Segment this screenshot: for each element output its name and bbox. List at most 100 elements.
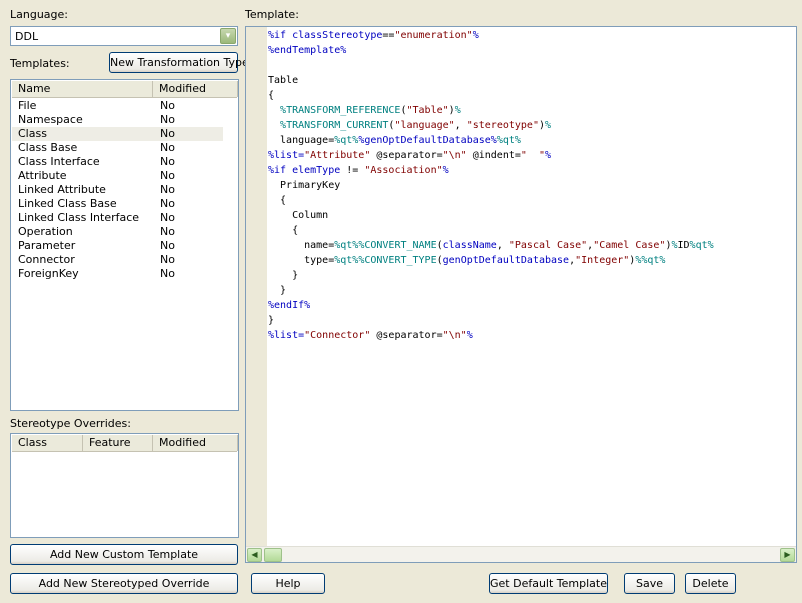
template-name: Operation — [18, 225, 73, 238]
scroll-left-icon[interactable]: ◀ — [247, 548, 262, 562]
code-token: %endTemplate% — [268, 45, 347, 56]
column-header-modified[interactable]: Modified — [153, 81, 238, 97]
column-header-class[interactable]: Class — [12, 435, 83, 451]
template-modified: No — [160, 141, 175, 154]
code-token: " " — [520, 150, 545, 161]
template-modified: No — [160, 225, 175, 238]
template-name: Attribute — [18, 169, 67, 182]
code-token: %list= — [268, 330, 305, 341]
template-name: Linked Attribute — [18, 183, 106, 196]
code-token: %qt% — [334, 135, 359, 146]
template-name: Class — [18, 127, 47, 140]
code-token: } — [268, 315, 275, 326]
code-token: } — [268, 270, 299, 281]
template-name: Class Base — [18, 141, 78, 154]
code-token: type= — [268, 255, 335, 266]
editor-gutter — [246, 27, 267, 546]
list-item[interactable]: File No — [12, 99, 237, 113]
template-label: Template: — [245, 8, 299, 21]
code-line: name=%qt%%CONVERT_NAME(className, "Pasca… — [268, 238, 796, 253]
code-token: % — [544, 150, 552, 161]
list-item[interactable]: Attribute No — [12, 169, 237, 183]
code-token: "Connector" — [304, 330, 371, 341]
new-transformation-type-button[interactable]: New Transformation Type — [109, 52, 249, 73]
column-header-modified[interactable]: Modified — [153, 435, 238, 451]
code-token: PrimaryKey — [268, 180, 341, 191]
list-item[interactable]: Class Base No — [12, 141, 237, 155]
list-item[interactable]: Class Interface No — [12, 155, 237, 169]
code-line: %if classStereotype=="enumeration"% — [268, 28, 796, 43]
template-name: Namespace — [18, 113, 83, 126]
template-name: ForeignKey — [18, 267, 79, 280]
code-token: Column — [268, 210, 329, 221]
code-line: Table — [268, 73, 796, 88]
code-token: genOptDefaultDatabase — [442, 255, 570, 266]
code-token: %qt% — [689, 240, 714, 251]
code-token: "enumeration" — [394, 30, 473, 41]
get-default-template-button[interactable]: Get Default Template — [489, 573, 608, 594]
column-header-name[interactable]: Name — [12, 81, 153, 97]
horizontal-scrollbar[interactable]: ◀ ▶ — [246, 546, 796, 562]
code-token: { — [268, 90, 275, 101]
template-editor[interactable]: %if classStereotype=="enumeration"% %endT… — [245, 26, 797, 563]
code-token: "\n" — [442, 150, 467, 161]
template-code[interactable]: %if classStereotype=="enumeration"% %endT… — [268, 28, 796, 343]
language-dropdown[interactable]: DDL ▾ — [10, 26, 238, 46]
code-line: { — [268, 88, 796, 103]
list-item[interactable]: Linked Attribute No — [12, 183, 237, 197]
template-modified: No — [160, 127, 175, 140]
code-token: "Camel Case" — [593, 240, 666, 251]
code-token: { — [268, 195, 287, 206]
list-item[interactable]: Class No — [12, 127, 223, 141]
list-item[interactable]: Linked Class Base No — [12, 197, 237, 211]
list-item[interactable]: Connector No — [12, 253, 237, 267]
template-modified: No — [160, 197, 175, 210]
code-token: %if classStereotype — [268, 30, 383, 41]
template-modified: No — [160, 169, 175, 182]
code-token: "stereotype" — [466, 120, 539, 131]
list-item[interactable]: Parameter No — [12, 239, 237, 253]
template-name: Connector — [18, 253, 75, 266]
template-name: Linked Class Base — [18, 197, 117, 210]
help-button[interactable]: Help — [251, 573, 325, 594]
code-token: % — [545, 120, 552, 131]
delete-button[interactable]: Delete — [685, 573, 736, 594]
code-token: %qt% — [334, 255, 359, 266]
code-token: %TRANSFORM_REFERENCE — [280, 105, 401, 116]
templates-list-header: Name Modified — [12, 81, 238, 98]
scroll-right-icon[interactable]: ▶ — [780, 548, 795, 562]
template-modified: No — [160, 113, 175, 126]
code-token: Table — [268, 75, 299, 86]
code-token: % — [442, 165, 449, 176]
code-token: ID — [677, 240, 690, 251]
code-token: %qt% — [641, 255, 666, 266]
add-custom-template-button[interactable]: Add New Custom Template — [10, 544, 238, 565]
chevron-down-icon[interactable]: ▾ — [220, 28, 236, 44]
list-item[interactable]: Operation No — [12, 225, 237, 239]
code-line: %TRANSFORM_CURRENT("language", "stereoty… — [268, 118, 796, 133]
scrollbar-thumb[interactable] — [264, 548, 282, 562]
code-token: %endIf% — [268, 300, 311, 311]
code-line: { — [268, 193, 796, 208]
column-header-feature[interactable]: Feature — [83, 435, 153, 451]
template-modified: No — [160, 155, 175, 168]
code-line: language=%qt%%genOptDefaultDatabase%%qt% — [268, 133, 796, 148]
list-item[interactable]: ForeignKey No — [12, 267, 237, 281]
templates-list[interactable]: Name Modified File No Namespace No Class No Cl… — [10, 79, 239, 411]
code-token: == — [382, 30, 395, 41]
code-line: %list="Connector" @separator="\n"% — [268, 328, 796, 343]
code-token: language= — [268, 135, 335, 146]
code-line: %TRANSFORM_REFERENCE("Table")% — [268, 103, 796, 118]
stereotype-overrides-list[interactable]: Class Feature Modified — [10, 433, 239, 538]
template-modified: No — [160, 99, 175, 112]
template-modified: No — [160, 267, 175, 280]
language-label: Language: — [10, 8, 68, 21]
code-line: %if elemType != "Association"% — [268, 163, 796, 178]
list-item[interactable]: Linked Class Interface No — [12, 211, 237, 225]
add-stereotyped-override-button[interactable]: Add New Stereotyped Override — [10, 573, 238, 594]
list-item[interactable]: Namespace No — [12, 113, 237, 127]
save-button[interactable]: Save — [624, 573, 675, 594]
code-line: PrimaryKey — [268, 178, 796, 193]
code-token: "Attribute" — [304, 150, 371, 161]
